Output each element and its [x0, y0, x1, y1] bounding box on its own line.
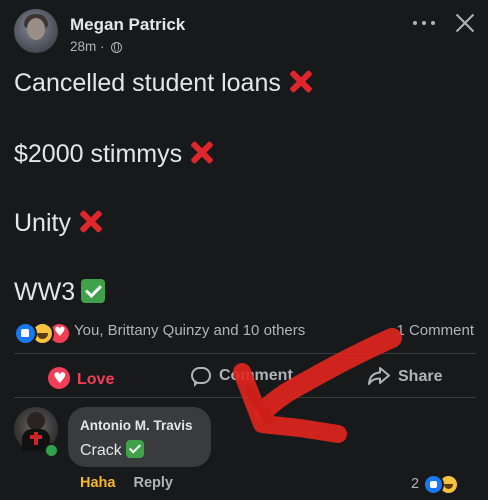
post-line-text: WW3: [14, 278, 76, 306]
share-icon: [368, 367, 390, 385]
reactions-bar: You, Brittany Quinzy and 10 others 1 Com…: [14, 321, 476, 345]
divider: [14, 353, 476, 354]
post-line-text: $2000 stimmys: [14, 140, 183, 168]
comment-actions: Haha Reply: [80, 475, 173, 491]
like-icon: [423, 474, 444, 495]
comment-button[interactable]: Comment: [191, 367, 293, 391]
cross-mark-icon: [287, 68, 313, 94]
divider: [14, 397, 476, 398]
comment-text: Crack: [80, 440, 144, 460]
love-label: Love: [77, 371, 115, 388]
share-label: Share: [398, 368, 443, 385]
comment-count[interactable]: 1 Comment: [396, 322, 474, 339]
author-avatar[interactable]: [14, 9, 58, 53]
cross-mark-icon: [77, 208, 103, 234]
meta-separator: ·: [100, 39, 105, 54]
close-icon[interactable]: [454, 12, 476, 34]
author-name[interactable]: Megan Patrick: [70, 15, 185, 35]
check-mark-icon: [125, 440, 144, 458]
reaction-icons[interactable]: [14, 322, 72, 345]
reply-link[interactable]: Reply: [134, 475, 174, 491]
online-status-dot: [44, 443, 59, 458]
more-options-icon[interactable]: [413, 18, 437, 28]
check-mark-icon: [81, 279, 106, 303]
commenter-name[interactable]: Antonio M. Travis: [80, 418, 193, 433]
haha-reaction-link[interactable]: Haha: [80, 475, 115, 491]
post-line: Cancelled student loans: [14, 68, 313, 98]
post-line: $2000 stimmys: [14, 139, 214, 169]
share-button[interactable]: Share: [368, 367, 442, 391]
comment-reaction-count: 2: [411, 476, 420, 492]
post-line-text: Cancelled student loans: [14, 69, 281, 97]
post-line: Unity: [14, 208, 103, 238]
globe-icon: [111, 42, 123, 53]
post-line-text: Unity: [14, 209, 71, 237]
love-icon: [48, 367, 70, 389]
post-time[interactable]: 28m: [70, 39, 96, 54]
post-line: WW3: [14, 278, 106, 307]
post-meta: 28m ·: [70, 39, 123, 54]
comment-text-body: Crack: [80, 442, 122, 459]
post-header: Megan Patrick 28m ·: [14, 9, 476, 59]
love-button[interactable]: Love: [48, 367, 114, 391]
comment-bubble: Antonio M. Travis Crack: [68, 407, 211, 467]
comment-icon: [191, 367, 211, 387]
cross-mark-icon: [188, 139, 214, 165]
reaction-names[interactable]: You, Brittany Quinzy and 10 others: [74, 322, 305, 339]
like-icon: [14, 322, 37, 345]
comment-label: Comment: [219, 367, 293, 384]
